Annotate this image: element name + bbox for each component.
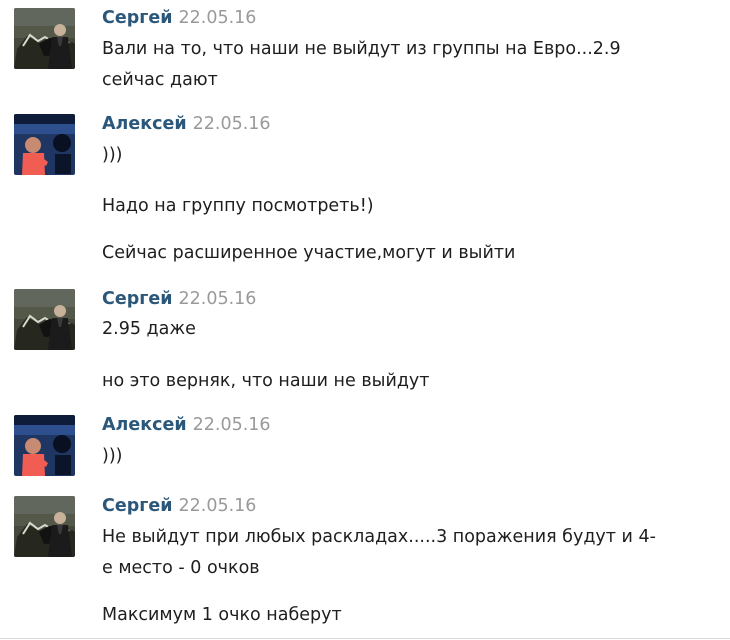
message-line: ))) <box>102 446 123 466</box>
message-line: но это верняк, что наши не выйдут <box>102 371 430 391</box>
message-date: 22.05.16 <box>178 496 257 516</box>
author-name[interactable]: Сергей <box>102 496 173 516</box>
author-name[interactable]: Сергей <box>102 289 173 309</box>
message-text: 2.95 даже <box>102 314 702 345</box>
message-text: Надо на группу посмотреть!) <box>102 191 702 222</box>
message-line: Вали на то, что наши не выйдут из группы… <box>102 39 621 59</box>
author-name[interactable]: Сергей <box>102 8 173 28</box>
message-text: Не выйдут при любых раскладах.....3 пора… <box>102 522 702 584</box>
message-text: ))) <box>102 140 702 171</box>
message-line: сейчас дают <box>102 70 218 90</box>
message-text: но это верняк, что наши не выйдут <box>102 366 702 397</box>
message-line: ))) <box>102 145 123 165</box>
message-date: 22.05.16 <box>178 8 257 28</box>
alexey-avatar[interactable] <box>14 415 75 476</box>
sergey-avatar[interactable] <box>14 8 75 69</box>
message-date: 22.05.16 <box>192 114 271 134</box>
chat-history: Сергей 22.05.16 Вали на то, что наши не в… <box>0 0 730 640</box>
message-text: Сейчас расширенное участие,могут и выйти <box>102 238 702 269</box>
message-date: 22.05.16 <box>192 415 271 435</box>
message-header: Алексей 22.05.16 <box>102 114 271 134</box>
message-line: 2.95 даже <box>102 319 196 339</box>
message-header: Сергей 22.05.16 <box>102 289 256 309</box>
message-line: е место - 0 очков <box>102 558 260 578</box>
author-name[interactable]: Алексей <box>102 415 187 435</box>
message-date: 22.05.16 <box>178 289 257 309</box>
message-header: Сергей 22.05.16 <box>102 8 256 28</box>
sergey-avatar[interactable] <box>14 496 75 557</box>
message-header: Алексей 22.05.16 <box>102 415 271 435</box>
message-line: Не выйдут при любых раскладах.....3 пора… <box>102 527 656 547</box>
alexey-avatar[interactable] <box>14 114 75 175</box>
message-text: Максимум 1 очко наберут <box>102 600 702 631</box>
message-header: Сергей 22.05.16 <box>102 496 256 516</box>
message-text: ))) <box>102 441 702 472</box>
message-line: Надо на группу посмотреть!) <box>102 196 374 216</box>
message-text: Вали на то, что наши не выйдут из группы… <box>102 34 702 96</box>
bottom-divider <box>0 638 730 639</box>
message-line: Максимум 1 очко наберут <box>102 605 342 625</box>
sergey-avatar[interactable] <box>14 289 75 350</box>
author-name[interactable]: Алексей <box>102 114 187 134</box>
message-line: Сейчас расширенное участие,могут и выйти <box>102 243 516 263</box>
